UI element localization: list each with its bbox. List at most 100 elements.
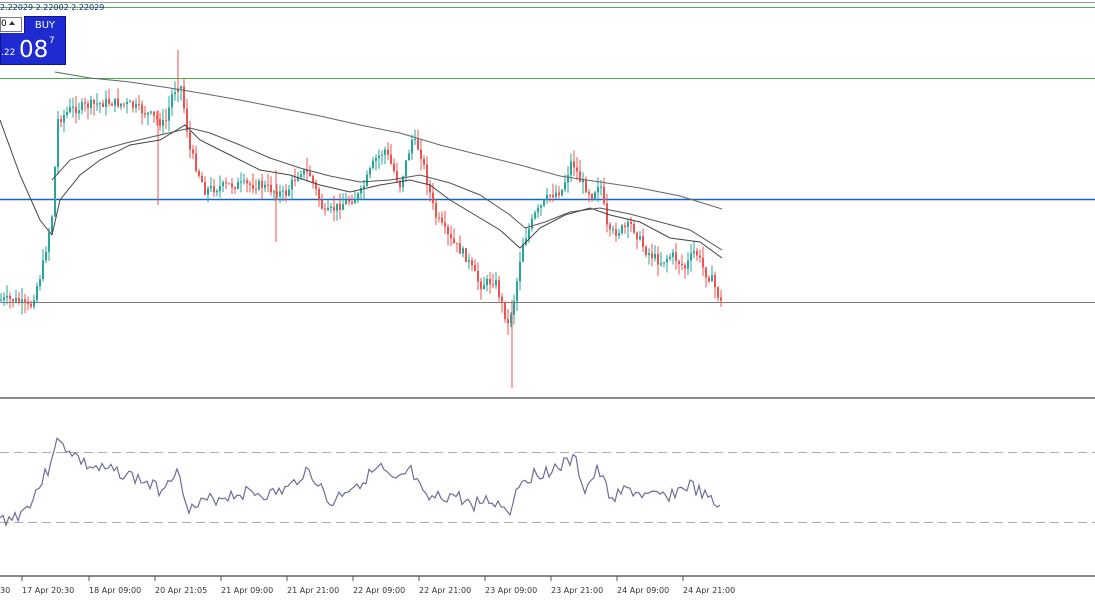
candle-body bbox=[519, 261, 521, 282]
candle-body bbox=[669, 256, 671, 259]
candle-body bbox=[351, 201, 353, 204]
candle-body bbox=[105, 99, 107, 108]
candle-body bbox=[507, 319, 509, 324]
candle-body bbox=[489, 278, 491, 285]
candle-body bbox=[426, 164, 428, 185]
candle-body bbox=[84, 102, 86, 104]
candle-body bbox=[39, 279, 41, 287]
candle-body bbox=[282, 190, 284, 192]
candle-body bbox=[36, 286, 38, 301]
candle-body bbox=[336, 203, 338, 211]
candle-body bbox=[210, 186, 212, 189]
candle-body bbox=[78, 110, 80, 114]
candle-body bbox=[300, 174, 302, 177]
candle-body bbox=[150, 111, 152, 113]
candle-body bbox=[618, 233, 620, 236]
candle-body bbox=[651, 253, 653, 259]
candle-body bbox=[249, 183, 251, 185]
candle-body bbox=[462, 248, 464, 254]
candle-body bbox=[318, 189, 320, 200]
candle-body bbox=[90, 99, 92, 108]
candle-body bbox=[321, 199, 323, 209]
candle-body bbox=[582, 179, 584, 183]
candle-body bbox=[630, 221, 632, 224]
candle-body bbox=[144, 113, 146, 115]
lot-size-field[interactable]: 0 bbox=[0, 17, 22, 32]
candle-body bbox=[258, 180, 260, 190]
ask-price-display[interactable]: .22 08 7 bbox=[0, 33, 66, 65]
candle-body bbox=[87, 103, 89, 108]
candle-body bbox=[459, 243, 461, 254]
candle-body bbox=[702, 257, 704, 268]
candle-body bbox=[531, 218, 533, 229]
candle-body bbox=[216, 190, 218, 193]
candle-body bbox=[141, 104, 143, 114]
candle-body bbox=[558, 192, 560, 196]
candle-body bbox=[657, 253, 659, 265]
candle-body bbox=[189, 131, 191, 150]
candle-body bbox=[624, 225, 626, 227]
candle-body bbox=[153, 111, 155, 116]
candle-body bbox=[294, 179, 296, 181]
candle-body bbox=[699, 255, 701, 258]
candle-body bbox=[573, 161, 575, 168]
candle-body bbox=[612, 229, 614, 231]
candle-body bbox=[270, 184, 272, 193]
candle-body bbox=[375, 158, 377, 161]
candle-body bbox=[123, 103, 125, 105]
ohlc-readout: 2.22029 2.22002 2.22029 bbox=[0, 3, 105, 12]
candle-body bbox=[72, 106, 74, 108]
candle-body bbox=[588, 192, 590, 195]
candle-body bbox=[120, 103, 122, 107]
candle-body bbox=[45, 251, 47, 261]
candle-body bbox=[468, 260, 470, 262]
candle-body bbox=[585, 179, 587, 193]
candle-body bbox=[339, 203, 341, 210]
candle-body bbox=[114, 98, 116, 106]
candle-body bbox=[561, 189, 563, 196]
candle-body bbox=[678, 261, 680, 264]
lot-up-arrow-icon[interactable] bbox=[9, 21, 15, 25]
candle-body bbox=[204, 182, 206, 195]
chart-canvas[interactable] bbox=[0, 0, 1095, 600]
candle-body bbox=[81, 102, 83, 111]
candle-body bbox=[384, 149, 386, 155]
candle-body bbox=[324, 208, 326, 211]
candle-body bbox=[411, 139, 413, 154]
candle-body bbox=[615, 229, 617, 236]
candle-body bbox=[267, 184, 269, 186]
time-label: 17 Apr 20:30 bbox=[22, 586, 75, 595]
candle-body bbox=[345, 200, 347, 205]
candle-body bbox=[486, 278, 488, 286]
buy-button-label: BUY bbox=[34, 20, 56, 31]
candle-body bbox=[357, 193, 359, 200]
candle-body bbox=[180, 86, 182, 89]
candle-body bbox=[363, 185, 365, 189]
candle-body bbox=[420, 149, 422, 159]
candle-body bbox=[450, 234, 452, 239]
candle-body bbox=[681, 263, 683, 266]
candle-body bbox=[102, 103, 104, 108]
candle-body bbox=[387, 149, 389, 155]
candle-body bbox=[96, 103, 98, 105]
candle-body bbox=[603, 186, 605, 204]
candle-body bbox=[660, 263, 662, 265]
time-label: 20 Apr 21:05 bbox=[155, 586, 208, 595]
candle-body bbox=[201, 175, 203, 183]
candle-body bbox=[381, 154, 383, 156]
candle-body bbox=[645, 246, 647, 256]
candle-body bbox=[147, 112, 149, 115]
candle-body bbox=[354, 199, 356, 204]
candle-body bbox=[504, 301, 506, 320]
candle-body bbox=[495, 280, 497, 286]
candle-body bbox=[312, 176, 314, 183]
candle-body bbox=[711, 275, 713, 282]
lot-size-value: 0 bbox=[1, 19, 7, 29]
candle-body bbox=[534, 212, 536, 219]
candle-body bbox=[168, 107, 170, 121]
candle-body bbox=[438, 217, 440, 219]
candle-body bbox=[378, 155, 380, 159]
candle-body bbox=[342, 204, 344, 210]
candle-body bbox=[369, 168, 371, 175]
candle-body bbox=[597, 187, 599, 193]
